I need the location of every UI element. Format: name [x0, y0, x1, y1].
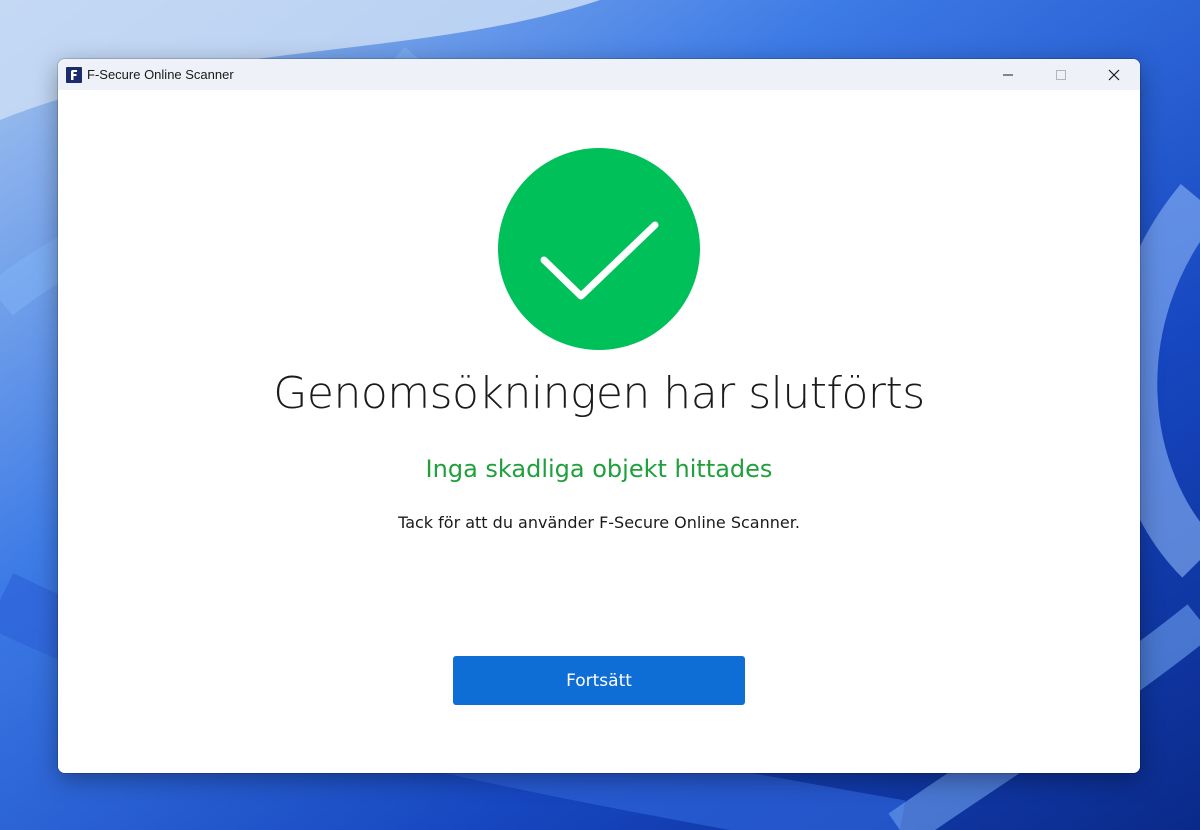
scanner-window: F-Secure Online Scanner Genomsökningen h…	[58, 59, 1140, 773]
maximize-button[interactable]	[1034, 59, 1087, 90]
window-title: F-Secure Online Scanner	[87, 67, 234, 82]
minimize-button[interactable]	[981, 59, 1034, 90]
scan-complete-heading: Genomsökningen har slutförts	[273, 368, 925, 419]
close-button[interactable]	[1087, 59, 1140, 90]
scan-result-panel: Genomsökningen har slutförts Inga skadli…	[58, 90, 1140, 773]
title-bar[interactable]: F-Secure Online Scanner	[58, 59, 1140, 90]
caption-buttons	[981, 59, 1140, 90]
no-threats-message: Inga skadliga objekt hittades	[425, 455, 773, 483]
f-secure-logo-icon	[66, 66, 82, 83]
thank-you-message: Tack för att du använder F-Secure Online…	[398, 513, 800, 532]
checkmark-icon	[498, 148, 700, 350]
close-icon	[1108, 69, 1119, 80]
maximize-icon	[1055, 69, 1066, 80]
minimize-icon	[1002, 74, 1013, 75]
continue-button[interactable]: Fortsätt	[453, 656, 745, 705]
